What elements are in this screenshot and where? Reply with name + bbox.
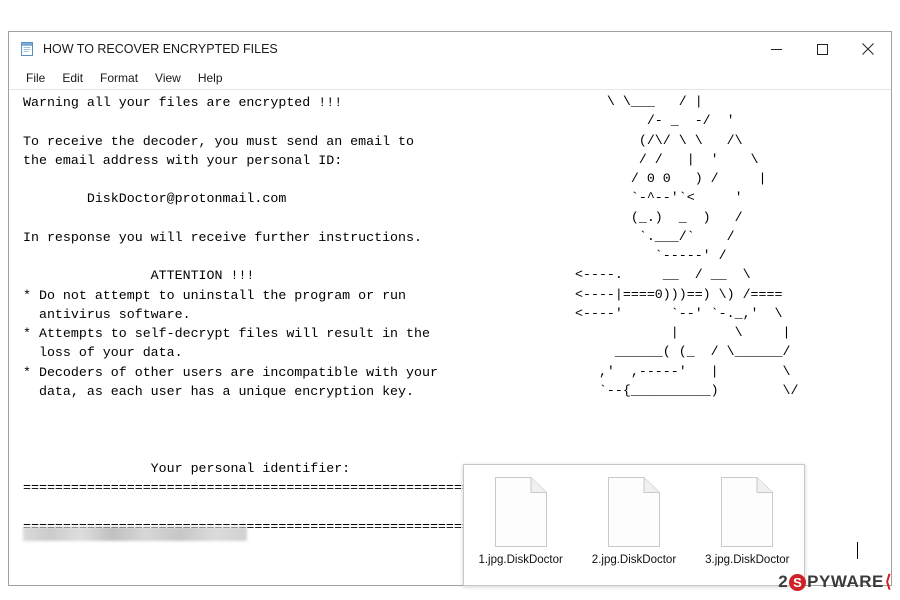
window-title: HOW TO RECOVER ENCRYPTED FILES (43, 42, 278, 56)
window-controls (753, 32, 891, 66)
file-label: 1.jpg.DiskDoctor (478, 554, 563, 566)
text-caret (857, 542, 858, 559)
watermark-suffix: PYWARE (807, 572, 884, 591)
menu-item-format[interactable]: Format (92, 70, 147, 87)
file-label: 3.jpg.DiskDoctor (705, 554, 790, 566)
file-label: 2.jpg.DiskDoctor (591, 554, 677, 566)
watermark-badge: S (789, 573, 807, 591)
blank-file-icon (605, 475, 663, 549)
list-item[interactable]: 3.jpg.DiskDoctor (691, 465, 804, 566)
menubar: File Edit Format View Help (9, 67, 891, 90)
watermark-arrow-icon: ⟨ (884, 572, 892, 591)
blank-file-icon (492, 475, 550, 549)
menu-item-view[interactable]: View (147, 70, 190, 87)
minimize-icon[interactable] (753, 32, 799, 66)
menu-item-edit[interactable]: Edit (54, 70, 92, 87)
close-icon[interactable] (845, 32, 891, 66)
menu-item-help[interactable]: Help (190, 70, 232, 87)
menu-item-file[interactable]: File (18, 70, 54, 87)
personal-id-redaction (23, 527, 247, 541)
screenshot-root: HOW TO RECOVER ENCRYPTED FILES File Edit… (0, 0, 900, 600)
list-item[interactable]: 2.jpg.DiskDoctor (577, 465, 690, 566)
ascii-art: \ \___ / | /- _ -/ ' (/\/ \ \ /\ / / | '… (575, 94, 799, 398)
maximize-icon[interactable] (799, 32, 845, 66)
list-item[interactable]: 1.jpg.DiskDoctor (464, 465, 577, 566)
window-titlebar[interactable]: HOW TO RECOVER ENCRYPTED FILES (9, 32, 891, 67)
watermark-prefix: 2 (778, 572, 789, 591)
encrypted-files-panel: 1.jpg.DiskDoctor 2.jpg.DiskDoctor 3.jpg.… (463, 464, 805, 586)
blank-file-icon (718, 475, 776, 549)
notepad-icon (19, 41, 35, 57)
watermark: 2 S PYWARE ⟨ (778, 572, 892, 592)
